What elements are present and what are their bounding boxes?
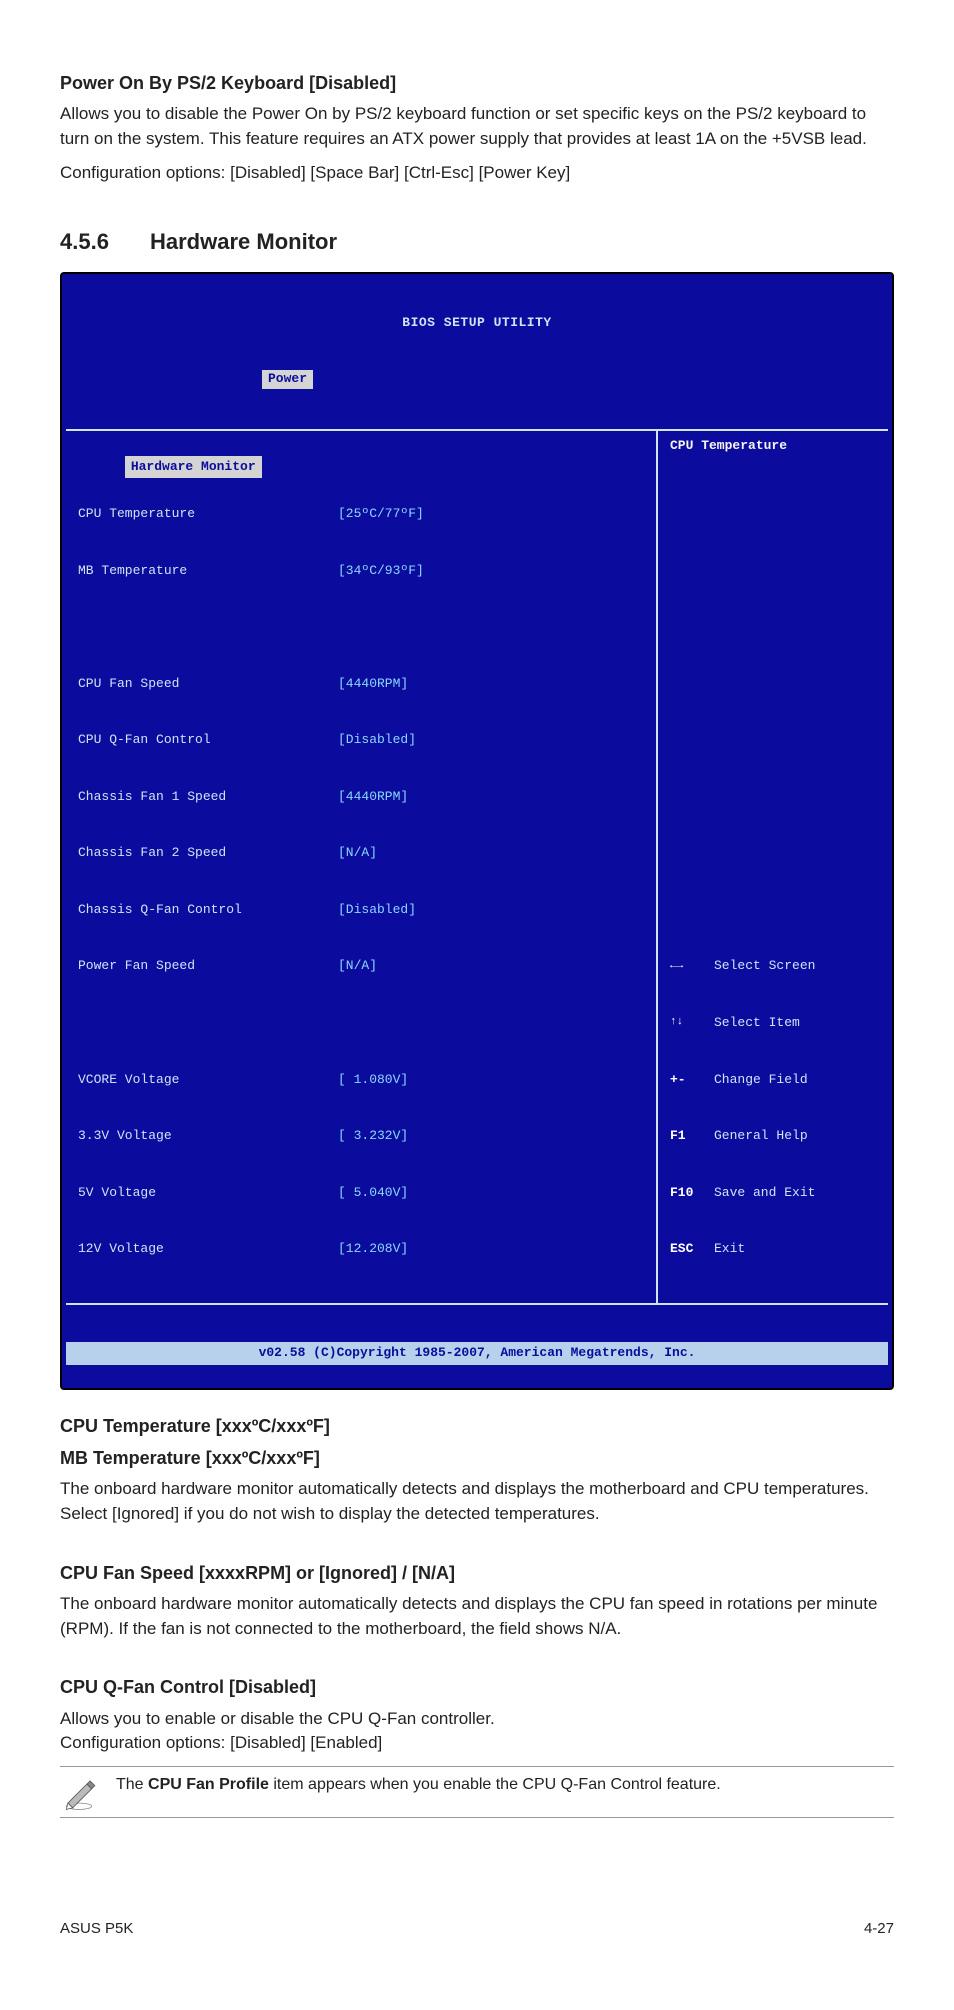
bios-row-value: [ 1.080V] xyxy=(338,1071,408,1090)
divider xyxy=(60,1766,894,1767)
footer-right: 4-27 xyxy=(864,1918,894,1940)
note-text-after: item appears when you enable the CPU Q-F… xyxy=(269,1776,721,1793)
footer-left: ASUS P5K xyxy=(60,1918,133,1940)
bios-row-value: [4440RPM] xyxy=(338,675,408,694)
p-temp-desc: The onboard hardware monitor automatical… xyxy=(60,1477,894,1526)
bios-panel-title: Hardware Monitor xyxy=(125,456,262,479)
bios-row-spacer xyxy=(78,1014,644,1033)
bios-row-value: [34ºC/93ºF] xyxy=(338,562,424,581)
bios-nav-line: ↑↓ Select Item xyxy=(670,1014,876,1033)
bios-nav-key: F10 xyxy=(670,1184,704,1203)
heading-cpu-qfan: CPU Q-Fan Control [Disabled] xyxy=(60,1674,894,1700)
bios-nav-line: F10 Save and Exit xyxy=(670,1184,876,1203)
bios-nav-text: General Help xyxy=(714,1127,808,1146)
bios-screen: BIOS SETUP UTILITY Power Hardware Monito… xyxy=(60,272,894,1390)
heading-hardware-monitor: 4.5.6Hardware Monitor xyxy=(60,226,894,258)
bios-row-value: [4440RPM] xyxy=(338,788,408,807)
bios-row[interactable]: CPU Temperature[25ºC/77ºF] xyxy=(78,505,644,524)
p-cpu-qfan-config: Configuration options: [Disabled] [Enabl… xyxy=(60,1731,894,1756)
note-text-before: The xyxy=(116,1776,148,1793)
bios-row[interactable]: MB Temperature[34ºC/93ºF] xyxy=(78,562,644,581)
bios-row[interactable]: Chassis Fan 2 Speed[N/A] xyxy=(78,844,644,863)
page-footer: ASUS P5K 4-27 xyxy=(60,1918,894,1940)
bios-nav-line: ←→ Select Screen xyxy=(670,957,876,976)
bios-row-label: VCORE Voltage xyxy=(78,1071,338,1090)
section-title: Hardware Monitor xyxy=(150,229,337,254)
bios-row-value: [N/A] xyxy=(338,957,377,976)
p-cpu-fan-speed-desc: The onboard hardware monitor automatical… xyxy=(60,1592,894,1641)
bios-row-label: Chassis Fan 1 Speed xyxy=(78,788,338,807)
bios-row-label: Chassis Fan 2 Speed xyxy=(78,844,338,863)
bios-row[interactable]: Chassis Q-Fan Control[Disabled] xyxy=(78,901,644,920)
bios-row[interactable]: Chassis Fan 1 Speed[4440RPM] xyxy=(78,788,644,807)
bios-row-value: [ 5.040V] xyxy=(338,1184,408,1203)
bios-nav-text: Save and Exit xyxy=(714,1184,815,1203)
note-text: The CPU Fan Profile item appears when yo… xyxy=(116,1773,721,1796)
heading-cpu-fan-speed: CPU Fan Speed [xxxxRPM] or [Ignored] / [… xyxy=(60,1560,894,1586)
bios-tab-power[interactable]: Power xyxy=(262,370,313,389)
bios-nav-key: +- xyxy=(670,1071,704,1090)
bios-row[interactable]: CPU Q-Fan Control[Disabled] xyxy=(78,731,644,750)
bios-row[interactable]: VCORE Voltage[ 1.080V] xyxy=(78,1071,644,1090)
bios-row-label: CPU Fan Speed xyxy=(78,675,338,694)
note-bold: CPU Fan Profile xyxy=(148,1776,269,1793)
bios-nav-line: F1 General Help xyxy=(670,1127,876,1146)
bios-right-panel: CPU Temperature ←→ Select Screen ↑↓ Select… xyxy=(658,431,888,1303)
bios-nav-text: Select Item xyxy=(714,1014,800,1033)
bios-row[interactable]: 5V Voltage[ 5.040V] xyxy=(78,1184,644,1203)
bios-row-label: 5V Voltage xyxy=(78,1184,338,1203)
bios-tabs: Power xyxy=(62,370,892,389)
bios-row-value: [ 3.232V] xyxy=(338,1127,408,1146)
bios-help-title: CPU Temperature xyxy=(670,437,876,456)
bios-nav-block: ←→ Select Screen ↑↓ Select Item +- Change F… xyxy=(670,920,876,1297)
bios-footer: v02.58 (C)Copyright 1985-2007, American … xyxy=(66,1342,888,1365)
bios-nav-text: Select Screen xyxy=(714,957,815,976)
bios-left-panel: Hardware Monitor CPU Temperature[25ºC/77… xyxy=(66,431,658,1303)
bios-row-spacer xyxy=(78,618,644,637)
bios-nav-text: Exit xyxy=(714,1240,745,1259)
bios-row-label: Chassis Q-Fan Control xyxy=(78,901,338,920)
bios-row-value: [25ºC/77ºF] xyxy=(338,505,424,524)
bios-row-label: CPU Q-Fan Control xyxy=(78,731,338,750)
bios-nav-key: F1 xyxy=(670,1127,704,1146)
arrow-up-down-icon: ↑↓ xyxy=(670,1015,704,1031)
bios-nav-line: ESC Exit xyxy=(670,1240,876,1259)
bios-main: Hardware Monitor CPU Temperature[25ºC/77… xyxy=(66,429,888,1305)
p-cpu-qfan-desc: Allows you to enable or disable the CPU … xyxy=(60,1707,894,1732)
bios-row-value: [Disabled] xyxy=(338,731,416,750)
pencil-icon xyxy=(60,1773,98,1811)
bios-row-label: 3.3V Voltage xyxy=(78,1127,338,1146)
heading-mb-temp: MB Temperature [xxxºC/xxxºF] xyxy=(60,1445,894,1471)
bios-row[interactable]: Power Fan Speed[N/A] xyxy=(78,957,644,976)
section-number: 4.5.6 xyxy=(60,226,150,258)
bios-row[interactable]: 3.3V Voltage[ 3.232V] xyxy=(78,1127,644,1146)
bios-row-value: [N/A] xyxy=(338,844,377,863)
heading-power-on-ps2: Power On By PS/2 Keyboard [Disabled] xyxy=(60,70,894,96)
heading-cpu-temp: CPU Temperature [xxxºC/xxxºF] xyxy=(60,1413,894,1439)
p-power-on-ps2-config: Configuration options: [Disabled] [Space… xyxy=(60,161,894,186)
bios-row[interactable]: 12V Voltage[12.208V] xyxy=(78,1240,644,1259)
bios-row-label: MB Temperature xyxy=(78,562,338,581)
bios-row-value: [Disabled] xyxy=(338,901,416,920)
bios-header: BIOS SETUP UTILITY xyxy=(62,312,892,333)
bios-row[interactable]: CPU Fan Speed[4440RPM] xyxy=(78,675,644,694)
bios-row-label: Power Fan Speed xyxy=(78,957,338,976)
bios-row-label: 12V Voltage xyxy=(78,1240,338,1259)
arrow-left-right-icon: ←→ xyxy=(670,959,704,975)
bios-nav-line: +- Change Field xyxy=(670,1071,876,1090)
bios-row-label: CPU Temperature xyxy=(78,505,338,524)
note-box: The CPU Fan Profile item appears when yo… xyxy=(60,1766,894,1818)
bios-nav-text: Change Field xyxy=(714,1071,808,1090)
p-power-on-ps2-desc: Allows you to disable the Power On by PS… xyxy=(60,102,894,151)
bios-row-value: [12.208V] xyxy=(338,1240,408,1259)
divider xyxy=(60,1817,894,1818)
bios-nav-key: ESC xyxy=(670,1240,704,1259)
